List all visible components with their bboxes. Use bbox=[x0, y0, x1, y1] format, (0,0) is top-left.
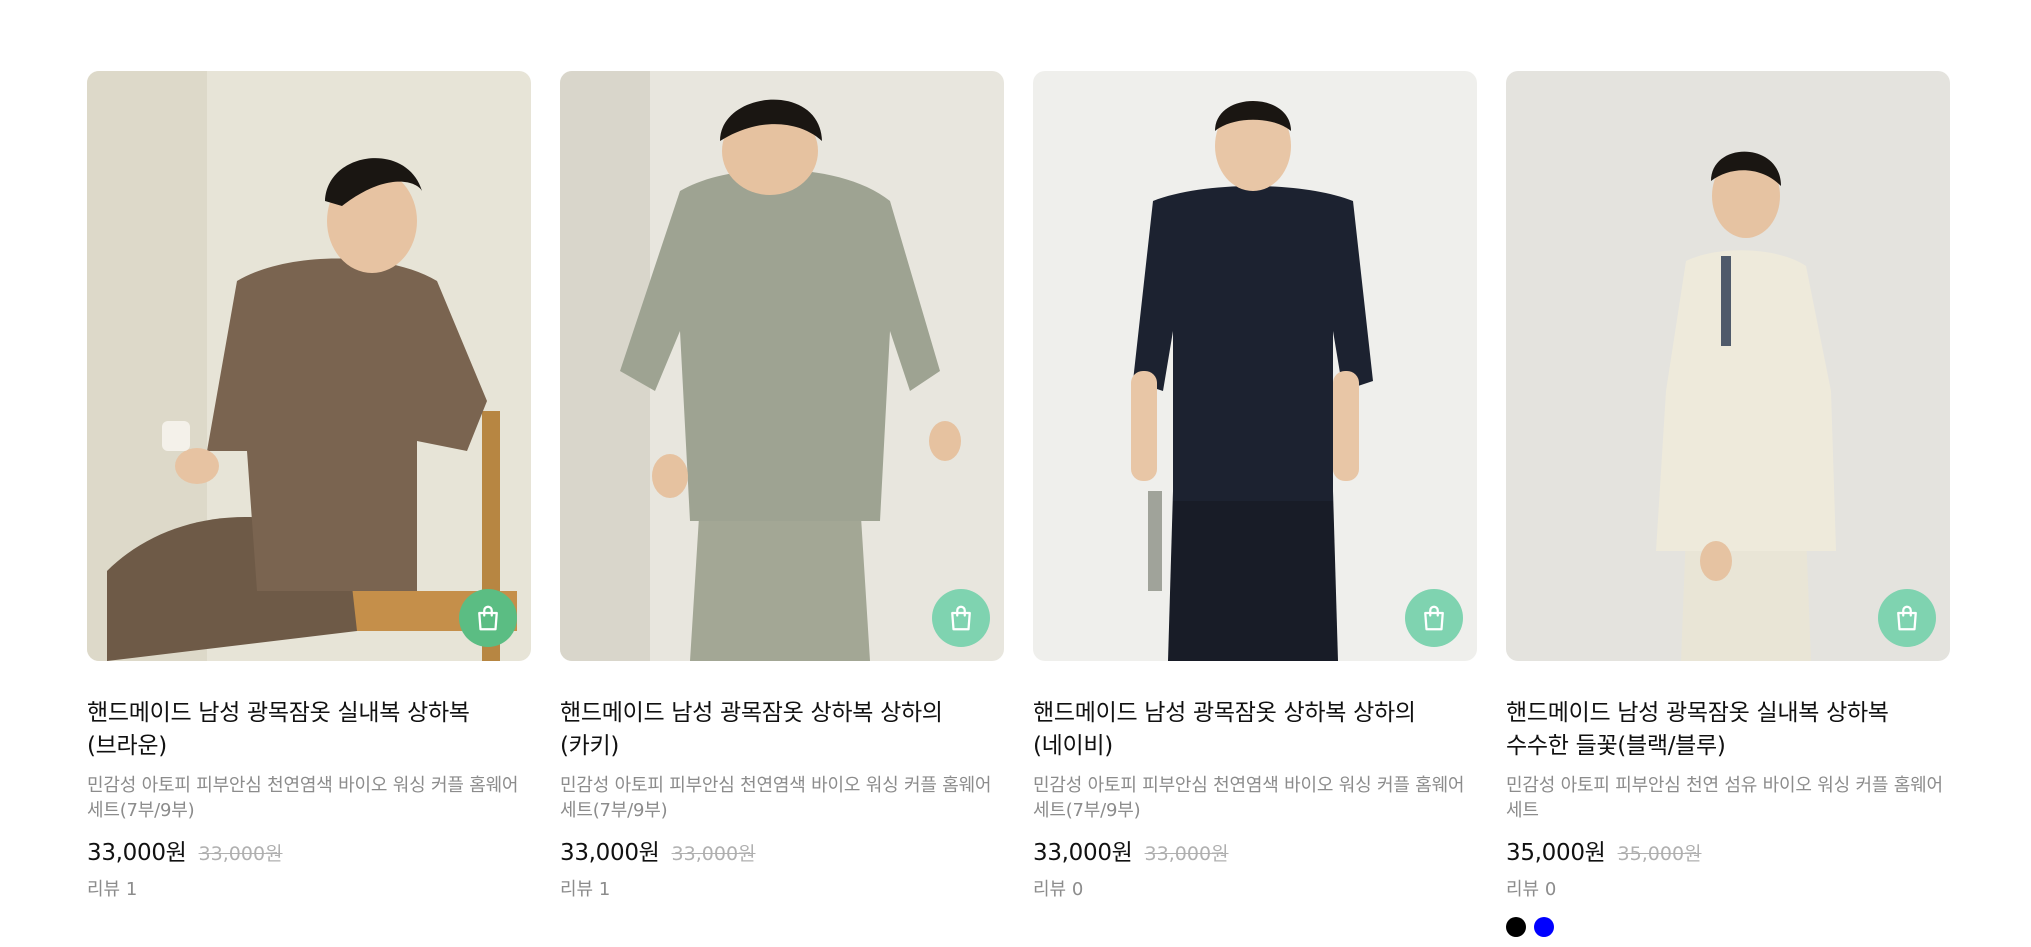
review-count: 리뷰 0 bbox=[1506, 879, 1557, 900]
product-photo bbox=[1506, 71, 1950, 661]
shopping-bag-icon bbox=[478, 605, 498, 631]
shopping-bag-icon bbox=[1897, 605, 1917, 631]
add-to-cart-button[interactable] bbox=[1878, 589, 1936, 647]
product-title[interactable]: 핸드메이드 남성 광목잠옷 실내복 상하복 수수한 들꽃(블랙/블루) bbox=[1506, 697, 1946, 763]
price-row: 33,000원 33,000원 bbox=[87, 833, 531, 867]
swatch-blue[interactable] bbox=[1534, 917, 1554, 937]
product-title[interactable]: 핸드메이드 남성 광목잠옷 상하복 상하의(네이비) bbox=[1033, 697, 1473, 763]
product-card[interactable]: 핸드메이드 남성 광목잠옷 실내복 상하복 수수한 들꽃(블랙/블루) 민감성 … bbox=[1506, 71, 1950, 937]
sale-price: 33,000원 bbox=[1033, 840, 1133, 866]
review-count: 리뷰 0 bbox=[1033, 879, 1084, 900]
review-count: 리뷰 1 bbox=[560, 879, 611, 900]
price-row: 33,000원 33,000원 bbox=[1033, 833, 1477, 867]
product-card[interactable]: 핸드메이드 남성 광목잠옷 실내복 상하복(브라운) 민감성 아토피 피부안심 … bbox=[87, 71, 531, 937]
price-row: 35,000원 35,000원 bbox=[1506, 833, 1950, 867]
original-price: 33,000원 bbox=[1144, 843, 1229, 865]
product-description: 민감성 아토피 피부안심 천연염색 바이오 워싱 커플 홈웨어 세트(7부/9부… bbox=[87, 775, 519, 821]
original-price: 35,000원 bbox=[1617, 843, 1702, 865]
sale-price: 35,000원 bbox=[1506, 840, 1606, 866]
product-description: 민감성 아토피 피부안심 천연염색 바이오 워싱 커플 홈웨어 세트(7부/9부… bbox=[560, 775, 992, 821]
product-card[interactable]: 핸드메이드 남성 광목잠옷 상하복 상하의(네이비) 민감성 아토피 피부안심 … bbox=[1033, 71, 1477, 937]
product-photo bbox=[560, 71, 1004, 661]
product-photo bbox=[1033, 71, 1477, 661]
original-price: 33,000원 bbox=[671, 843, 756, 865]
add-to-cart-button[interactable] bbox=[459, 589, 517, 647]
product-title[interactable]: 핸드메이드 남성 광목잠옷 실내복 상하복(브라운) bbox=[87, 697, 527, 763]
shopping-bag-icon bbox=[951, 605, 971, 631]
product-description: 민감성 아토피 피부안심 천연 섬유 바이오 워싱 커플 홈웨어 세트 bbox=[1506, 775, 1943, 821]
product-grid: 핸드메이드 남성 광목잠옷 실내복 상하복(브라운) 민감성 아토피 피부안심 … bbox=[87, 71, 1950, 937]
product-image[interactable] bbox=[1506, 71, 1950, 661]
original-price: 33,000원 bbox=[198, 843, 283, 865]
color-swatches bbox=[1506, 917, 1950, 937]
product-image[interactable] bbox=[87, 71, 531, 661]
add-to-cart-button[interactable] bbox=[1405, 589, 1463, 647]
product-photo bbox=[87, 71, 531, 661]
swatch-black[interactable] bbox=[1506, 917, 1526, 937]
product-image[interactable] bbox=[560, 71, 1004, 661]
sale-price: 33,000원 bbox=[560, 840, 660, 866]
product-card[interactable]: 핸드메이드 남성 광목잠옷 상하복 상하의(카키) 민감성 아토피 피부안심 천… bbox=[560, 71, 1004, 937]
shopping-bag-icon bbox=[1424, 605, 1444, 631]
review-count: 리뷰 1 bbox=[87, 879, 138, 900]
product-description: 민감성 아토피 피부안심 천연염색 바이오 워싱 커플 홈웨어 세트(7부/9부… bbox=[1033, 775, 1465, 821]
price-row: 33,000원 33,000원 bbox=[560, 833, 1004, 867]
sale-price: 33,000원 bbox=[87, 840, 187, 866]
product-image[interactable] bbox=[1033, 71, 1477, 661]
add-to-cart-button[interactable] bbox=[932, 589, 990, 647]
product-title[interactable]: 핸드메이드 남성 광목잠옷 상하복 상하의(카키) bbox=[560, 697, 1000, 763]
